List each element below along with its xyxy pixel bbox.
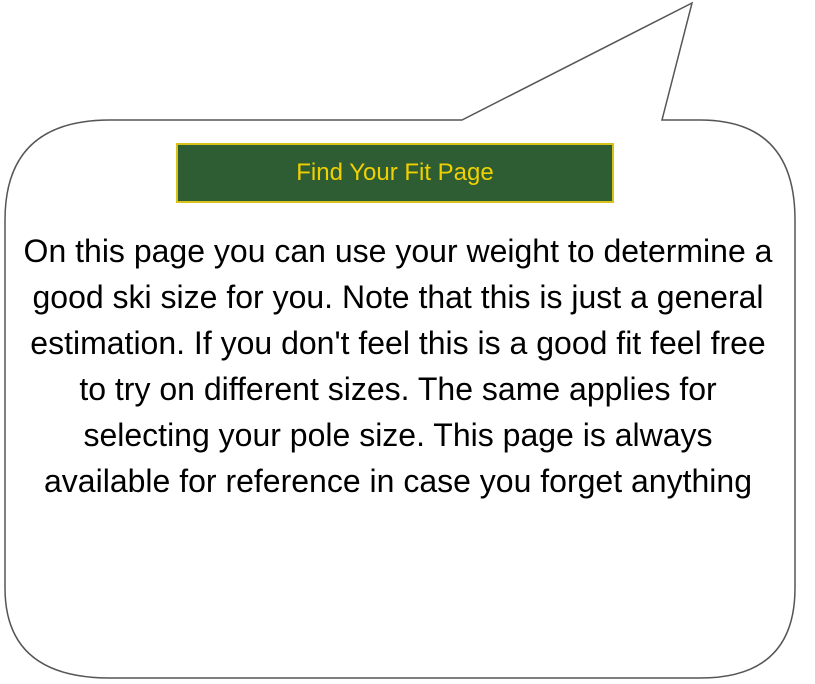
help-popup: Find Your Fit Page On this page you can … [0,0,815,684]
instructions-text: On this page you can use your weight to … [23,233,773,499]
find-your-fit-page-button[interactable]: Find Your Fit Page [176,143,614,203]
